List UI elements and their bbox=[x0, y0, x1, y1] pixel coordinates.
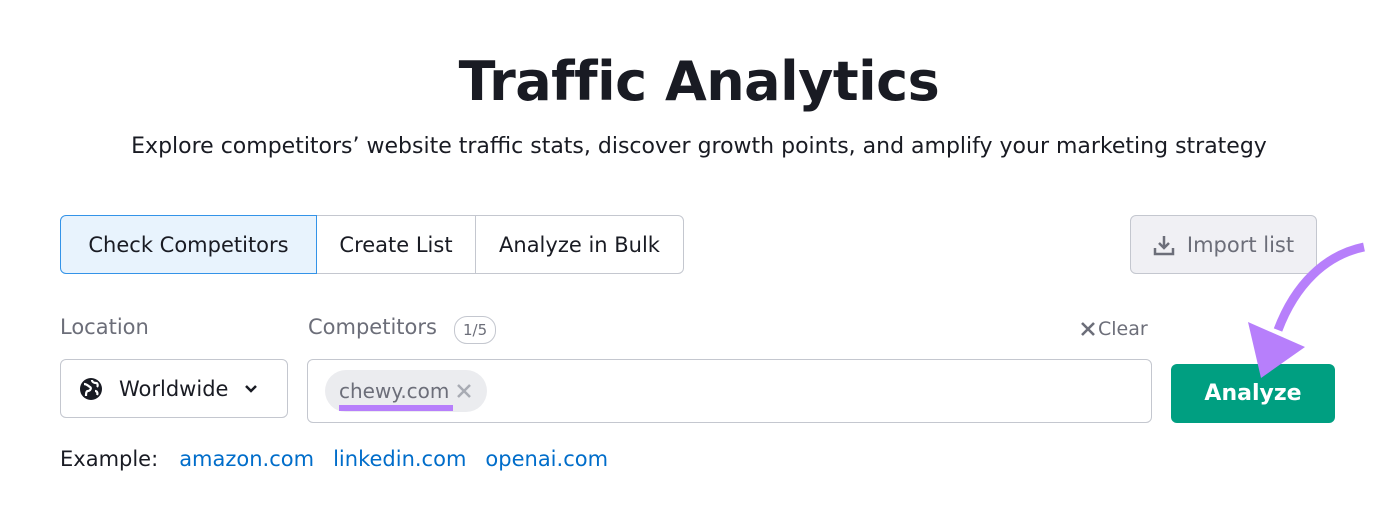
chevron-down-icon bbox=[245, 384, 258, 393]
page-title: Traffic Analytics bbox=[458, 50, 940, 113]
annotation-arrow-icon bbox=[1248, 242, 1366, 378]
example-link-amazon[interactable]: amazon.com bbox=[179, 447, 314, 471]
mode-tabs: Check Competitors Create List Analyze in… bbox=[60, 215, 684, 274]
competitors-label: Competitors bbox=[308, 315, 437, 339]
remove-chip-icon[interactable] bbox=[457, 384, 472, 398]
location-value: Worldwide bbox=[119, 376, 229, 401]
competitors-count-badge: 1/5 bbox=[454, 316, 497, 344]
location-select[interactable]: Worldwide bbox=[60, 359, 288, 418]
example-label: Example: bbox=[60, 447, 159, 471]
tab-check-competitors[interactable]: Check Competitors bbox=[60, 215, 317, 274]
clear-button[interactable]: Clear bbox=[1080, 318, 1148, 340]
example-link-linkedin[interactable]: linkedin.com bbox=[333, 447, 466, 471]
location-label: Location bbox=[60, 315, 149, 339]
tab-analyze-in-bulk[interactable]: Analyze in Bulk bbox=[475, 215, 684, 274]
tab-create-list[interactable]: Create List bbox=[316, 215, 476, 274]
globe-icon bbox=[80, 377, 102, 400]
examples: Example: amazon.com linkedin.com openai.… bbox=[60, 447, 608, 471]
clear-label: Clear bbox=[1098, 318, 1148, 340]
chip-label: chewy.com bbox=[339, 379, 450, 403]
example-link-openai[interactable]: openai.com bbox=[485, 447, 608, 471]
download-icon bbox=[1153, 235, 1175, 255]
close-icon bbox=[1081, 322, 1095, 336]
annotation-underline bbox=[339, 405, 453, 411]
page-subtitle: Explore competitors’ website traffic sta… bbox=[131, 134, 1267, 159]
